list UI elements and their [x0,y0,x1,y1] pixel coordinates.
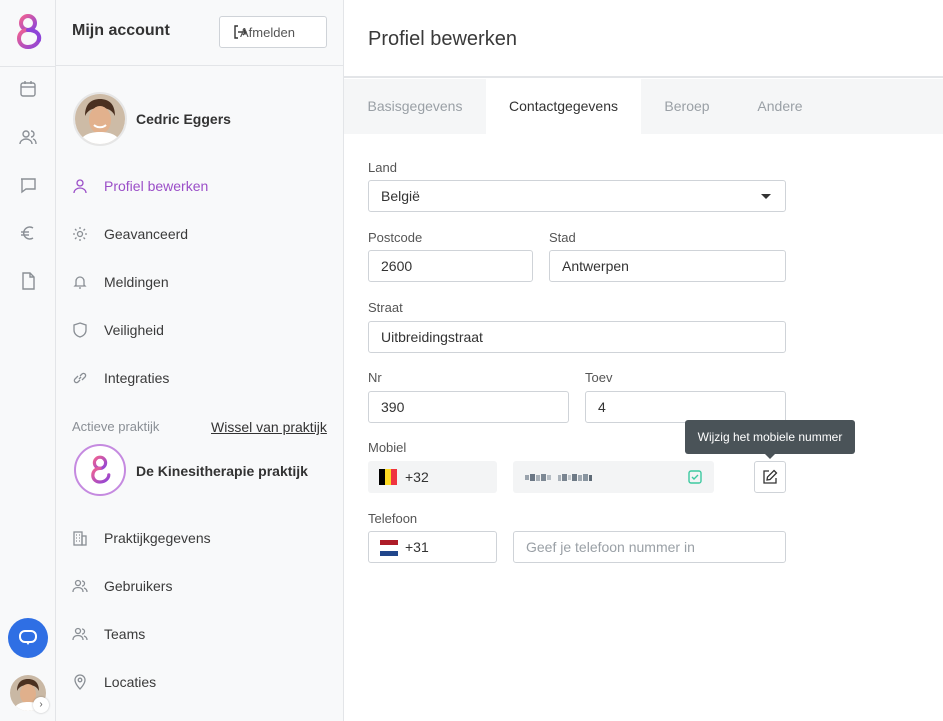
document-icon[interactable] [18,271,38,291]
stad-field[interactable]: Antwerpen [549,250,786,282]
logout-button[interactable]: Afmelden [219,16,327,48]
mobiel-country-code: +32 [368,461,497,493]
app-rail: › [0,0,56,721]
switch-practice-link[interactable]: Wissel van praktijk [211,419,327,435]
tab-bar: Basisgegevens Contactgegevens Beroep And… [344,79,943,134]
page-title: Profiel bewerken [368,28,517,50]
page-header: Profiel bewerken [344,0,943,78]
user-name: Cedric Eggers [136,111,231,127]
app-logo[interactable] [11,12,45,52]
caret-down-icon [761,194,771,199]
nav-gebruikers[interactable]: Gebruikers [72,574,172,598]
straat-label: Straat [368,300,403,315]
euro-icon[interactable] [18,223,38,243]
straat-field[interactable]: Uitbreidingstraat [368,321,786,353]
nav-veiligheid[interactable]: Veiligheid [72,318,164,342]
telefoon-label: Telefoon [368,511,418,526]
nav-meldingen[interactable]: Meldingen [72,270,169,294]
verified-check-icon [688,470,702,484]
stad-label: Stad [549,230,576,245]
mobiel-label: Mobiel [368,440,407,455]
location-pin-icon [74,674,86,690]
active-practice-label: Actieve praktijk [72,419,160,434]
nav-locaties[interactable]: Locaties [72,670,156,694]
nav-profiel-bewerken[interactable]: Profiel bewerken [72,174,208,198]
edit-mobile-button[interactable] [754,461,786,493]
tab-contactgegevens[interactable]: Contactgegevens [486,79,641,134]
nav-praktijkgegevens[interactable]: Praktijkgegevens [72,526,211,550]
edit-icon [763,469,778,484]
telefoon-country-select[interactable]: +31 [368,531,497,563]
practice-name: De Kinesitherapie praktijk [136,463,308,479]
edit-mobile-tooltip: Wijzig het mobiele nummer [685,420,855,459]
users-icon [72,579,88,593]
postcode-label: Postcode [368,230,423,245]
team-icon [72,627,88,641]
calendar-icon[interactable] [18,79,38,99]
land-select[interactable]: België [368,180,786,212]
nav-label: Teams [104,626,146,642]
users-icon[interactable] [18,127,38,147]
nav-label: Veiligheid [104,322,164,338]
nav-label: Locaties [104,674,157,690]
toev-label: Toev [585,370,613,385]
land-value: België [381,188,420,204]
belgium-flag-icon [379,469,397,485]
sidebar-header: Mijn account Afmelden [56,0,343,66]
tab-andere[interactable]: Andere [733,79,827,134]
main-panel: Profiel bewerken Basisgegevens Contactge… [344,0,943,721]
nav-label: Meldingen [104,274,169,290]
netherlands-flag-icon [380,540,398,556]
logout-label: Afmelden [240,24,295,40]
nav-label: Profiel bewerken [104,178,209,194]
nav-label: Integraties [104,370,170,386]
chat-bubble-icon [19,630,37,645]
nr-label: Nr [368,370,382,385]
sidebar-title: Mijn account [72,22,170,39]
link-icon [73,372,87,384]
toev-field[interactable]: 4 [585,391,786,423]
telefoon-prefix: +31 [405,539,429,555]
gear-icon [73,227,87,241]
tab-basisgegevens[interactable]: Basisgegevens [344,79,486,134]
nav-geavanceerd[interactable]: Geavanceerd [72,222,188,246]
nav-label: Geavanceerd [104,226,189,242]
nr-field[interactable]: 390 [368,391,569,423]
masked-number-icon [525,474,592,481]
nav-teams[interactable]: Teams [72,622,145,646]
nav-label: Praktijkgegevens [104,530,211,546]
account-sidebar: Mijn account Afmelden Cedric Eggers Prof… [56,0,344,721]
mobiel-prefix: +32 [405,469,429,485]
chat-icon[interactable] [18,175,38,195]
mobiel-number-field [513,461,714,493]
building-icon [73,531,87,546]
practice-logo [74,444,126,496]
chevron-right-icon[interactable]: › [33,697,49,713]
telefoon-number-input[interactable]: Geef je telefoon nummer in [513,531,786,563]
user-icon [73,179,87,194]
land-label: Land [368,160,397,175]
postcode-field[interactable]: 2600 [368,250,533,282]
bell-icon [73,276,87,289]
nav-label: Gebruikers [104,578,173,594]
tab-beroep[interactable]: Beroep [641,79,733,134]
nav-integraties[interactable]: Integraties [72,366,169,390]
profile-photo [73,92,127,146]
support-chat-button[interactable] [8,618,48,658]
shield-icon [73,322,87,338]
